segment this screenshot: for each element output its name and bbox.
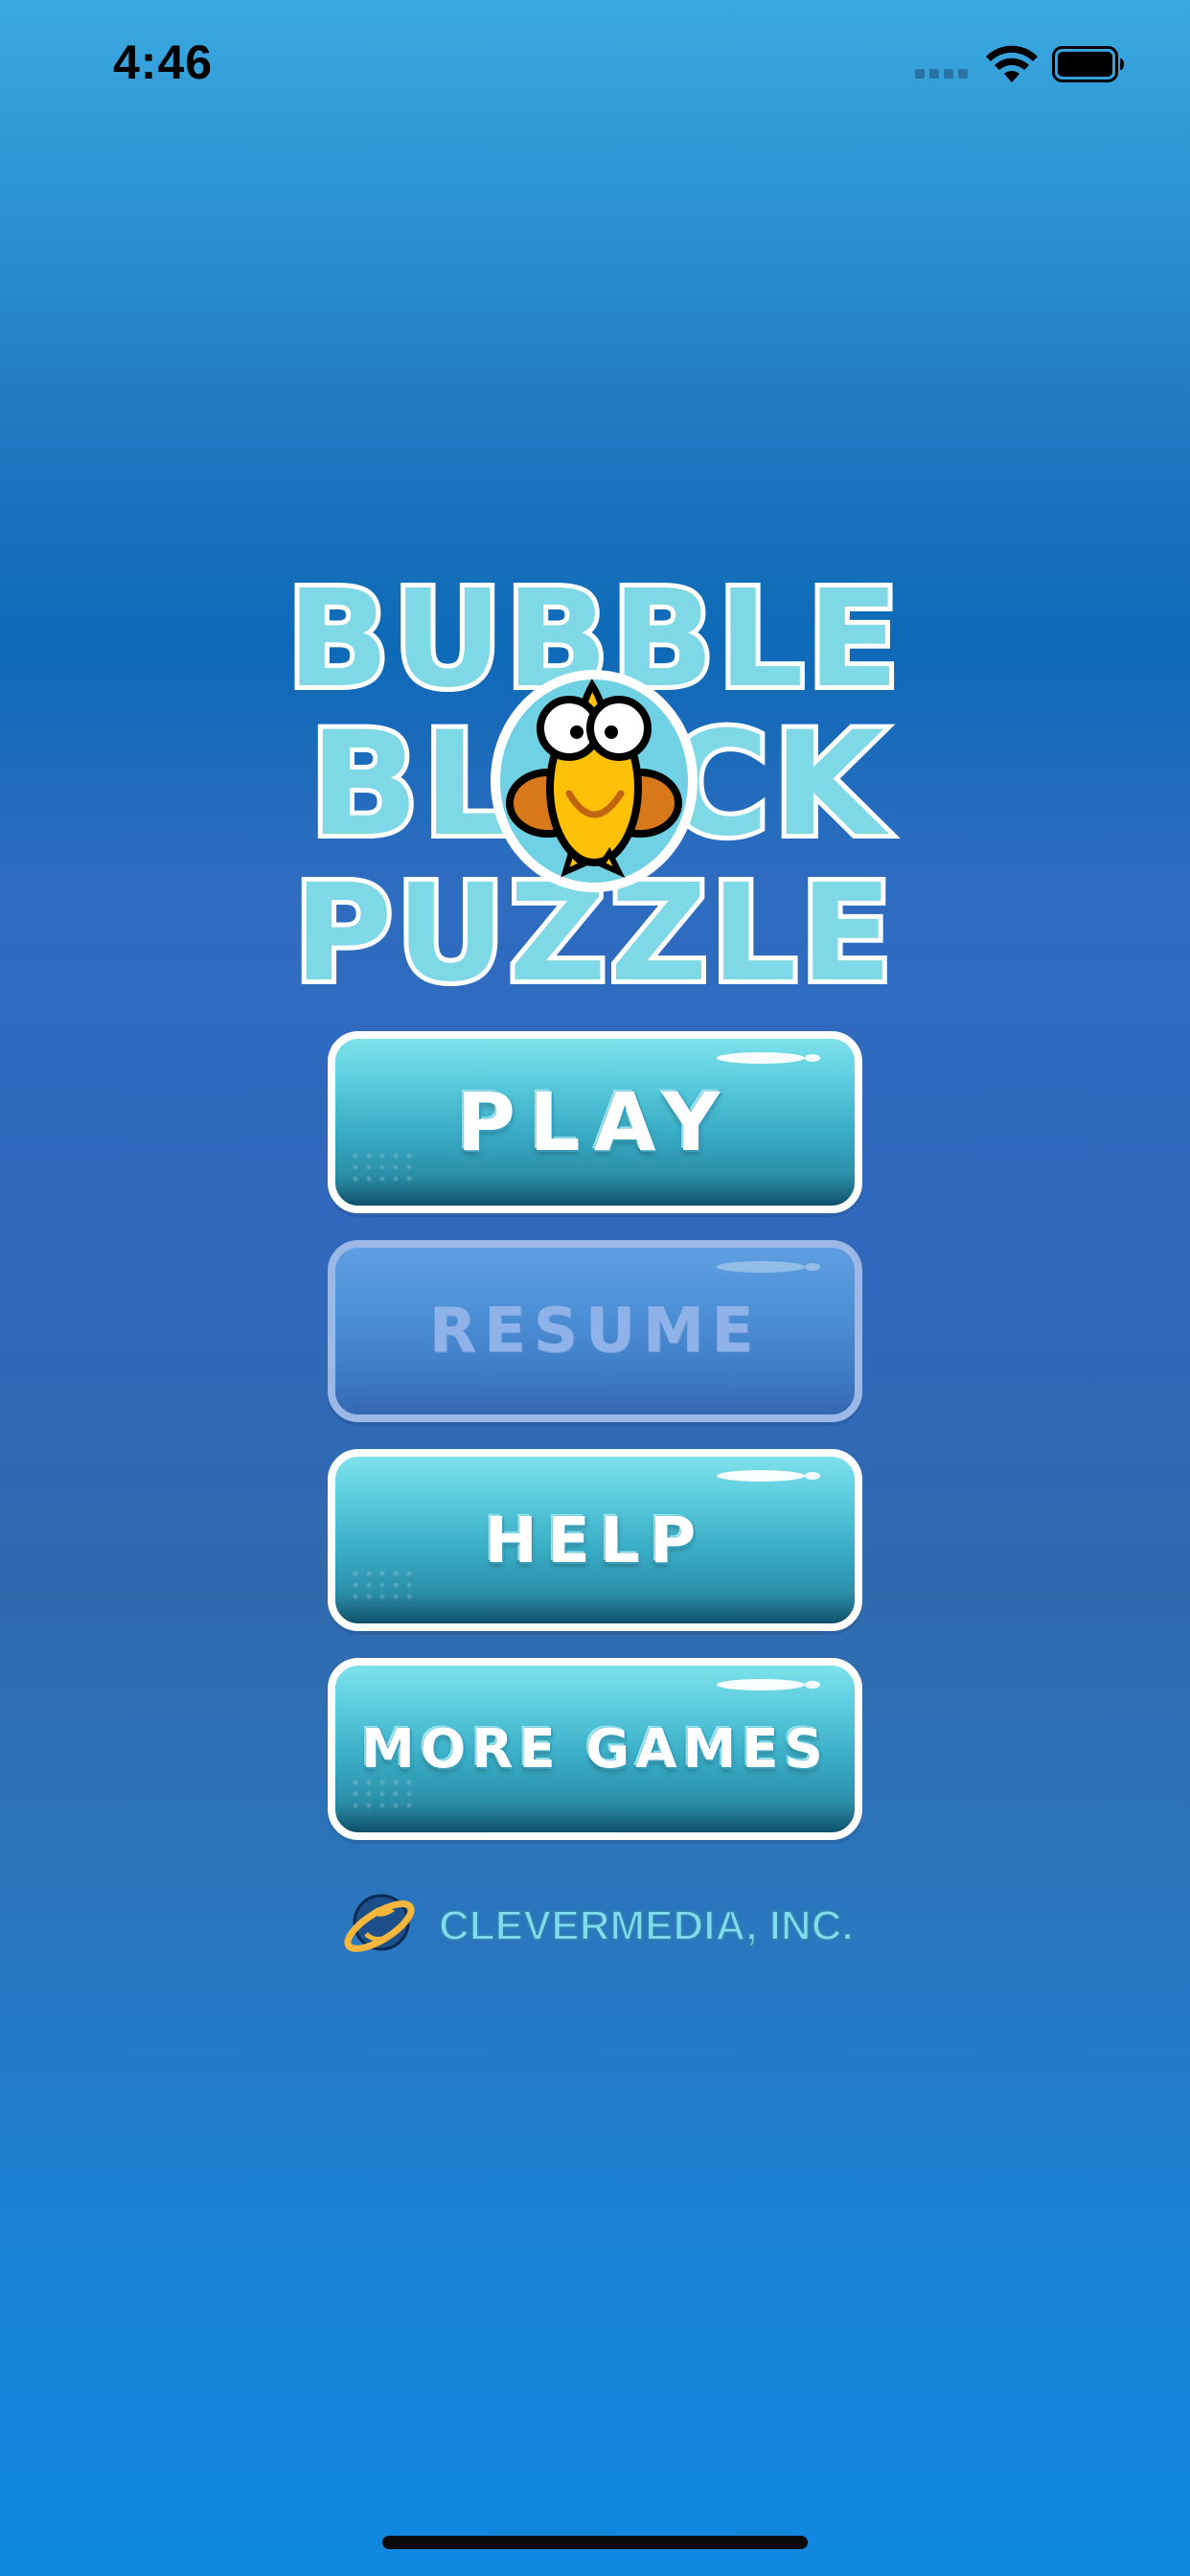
home-indicator[interactable]	[382, 2536, 808, 2549]
company-name: CLEVERMEDIA, INC.	[438, 1901, 855, 1950]
button-shine	[717, 1261, 805, 1273]
more-games-button[interactable]: MORE GAMES	[328, 1658, 862, 1840]
button-shine	[717, 1052, 805, 1064]
cellular-signal-icon	[915, 69, 968, 79]
button-bubbles	[349, 1777, 416, 1815]
button-shine-dot	[805, 1681, 820, 1689]
status-time: 4:46	[113, 35, 214, 89]
play-button[interactable]: PLAY	[328, 1031, 862, 1213]
help-button[interactable]: HELP	[328, 1449, 862, 1631]
resume-button[interactable]: RESUME	[328, 1240, 862, 1422]
more-games-button-label: MORE GAMES	[361, 1717, 829, 1781]
button-shine-dot	[805, 1472, 820, 1480]
game-logo: .lt { font-family: "DejaVu Sans", sans-s…	[0, 565, 1190, 997]
yellow-fish-mascot-icon	[491, 670, 698, 892]
button-shine	[717, 1470, 805, 1482]
battery-icon	[1052, 46, 1125, 86]
button-bubbles	[349, 1568, 416, 1606]
clevermedia-planet-logo-icon	[341, 1888, 418, 1965]
help-button-label: HELP	[484, 1503, 706, 1577]
company-link[interactable]: CLEVERMEDIA, INC.	[341, 1888, 855, 1965]
resume-button-label: RESUME	[428, 1296, 762, 1367]
logo-line-block-right: CK	[664, 702, 889, 868]
button-shine	[717, 1679, 805, 1690]
button-shine-dot	[805, 1054, 820, 1062]
logo-line-block-left: BL	[309, 702, 518, 868]
button-shine-dot	[805, 1263, 820, 1271]
wifi-icon	[985, 44, 1039, 88]
play-button-label: PLAY	[456, 1075, 734, 1169]
button-bubbles	[349, 1150, 416, 1188]
